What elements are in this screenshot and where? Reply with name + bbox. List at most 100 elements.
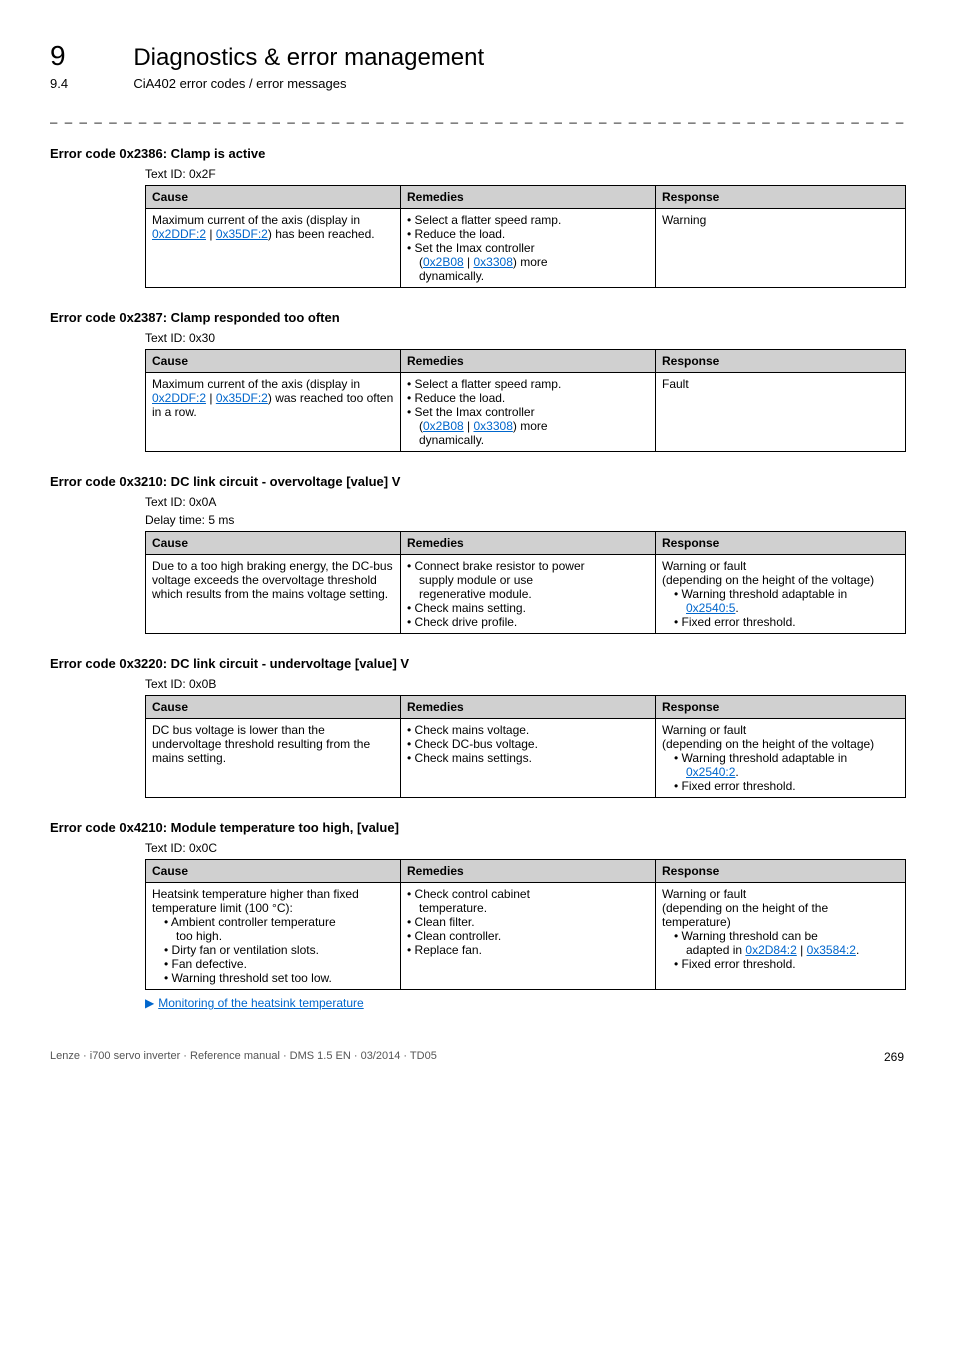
period: . xyxy=(735,765,738,779)
response-line: (depending on the height of the voltage) xyxy=(662,573,899,587)
remedy-line: temperature. xyxy=(419,901,649,915)
link-0x2540-2[interactable]: 0x2540:2 xyxy=(686,765,735,779)
remedy-line: (0x2B08 | 0x3308) more xyxy=(419,419,649,433)
link-0x2D84-2[interactable]: 0x2D84:2 xyxy=(745,943,796,957)
period: . xyxy=(735,601,738,615)
text-id: Text ID: 0x0C xyxy=(145,841,904,855)
divider: _ _ _ _ _ _ _ _ _ _ _ _ _ _ _ _ _ _ _ _ … xyxy=(50,109,904,124)
th-remedies: Remedies xyxy=(401,696,656,719)
cause-cell: DC bus voltage is lower than the undervo… xyxy=(146,719,401,798)
response-line: Warning or fault xyxy=(662,559,899,573)
response-line: • Fixed error threshold. xyxy=(674,779,899,793)
sep: | xyxy=(206,391,216,405)
response-line: Warning or fault xyxy=(662,723,899,737)
footer-text: Lenze · i700 servo inverter · Reference … xyxy=(50,1050,437,1062)
cause-line: • Warning threshold set too low. xyxy=(164,971,394,985)
error-block-0x4210: Error code 0x4210: Module temperature to… xyxy=(50,820,904,1010)
error-block-0x2386: Error code 0x2386: Clamp is active Text … xyxy=(50,146,904,288)
link-0x2DDF-2[interactable]: 0x2DDF:2 xyxy=(152,391,206,405)
remedy-line: • Select a flatter speed ramp. xyxy=(407,377,649,391)
response-cell: Warning or fault (depending on the heigh… xyxy=(656,719,906,798)
delay-time: Delay time: 5 ms xyxy=(145,513,904,527)
page-footer: Lenze · i700 servo inverter · Reference … xyxy=(50,1050,904,1062)
cause-cell: Heatsink temperature higher than fixed t… xyxy=(146,883,401,990)
remedy-line: regenerative module. xyxy=(419,587,649,601)
remedies-cell: • Select a flatter speed ramp. • Reduce … xyxy=(401,373,656,452)
response-cell: Warning or fault (depending on the heigh… xyxy=(656,883,906,990)
response-line: (depending on the height of the temperat… xyxy=(662,901,899,929)
sep: | xyxy=(464,419,474,433)
paren-end: ) more xyxy=(513,419,548,433)
remedy-line: • Check mains voltage. xyxy=(407,723,649,737)
link-0x35DF-2[interactable]: 0x35DF:2 xyxy=(216,391,268,405)
response-line: (depending on the height of the voltage) xyxy=(662,737,899,751)
th-remedies: Remedies xyxy=(401,186,656,209)
response-text: adapted in xyxy=(686,943,745,957)
remedies-cell: • Select a flatter speed ramp. • Reduce … xyxy=(401,209,656,288)
cause-cell: Maximum current of the axis (display in … xyxy=(146,373,401,452)
cause-line: • Fan defective. xyxy=(164,957,394,971)
remedy-line: • Clean controller. xyxy=(407,929,649,943)
th-response: Response xyxy=(656,350,906,373)
remedy-line: • Check DC-bus voltage. xyxy=(407,737,649,751)
th-cause: Cause xyxy=(146,860,401,883)
see-also: ▶ Monitoring of the heatsink temperature xyxy=(145,996,904,1010)
remedy-line: • Reduce the load. xyxy=(407,391,649,405)
th-remedies: Remedies xyxy=(401,860,656,883)
error-title: Error code 0x3220: DC link circuit - und… xyxy=(50,656,904,671)
response-line: • Warning threshold adaptable in xyxy=(674,751,899,765)
cause-line: too high. xyxy=(176,929,394,943)
remedy-line: • Check mains settings. xyxy=(407,751,649,765)
link-heatsink-monitoring[interactable]: Monitoring of the heatsink temperature xyxy=(158,996,363,1010)
error-table: Cause Remedies Response Heatsink tempera… xyxy=(145,859,906,990)
cause-line: Heatsink temperature higher than fixed t… xyxy=(152,887,394,915)
error-title: Error code 0x3210: DC link circuit - ove… xyxy=(50,474,904,489)
sep: | xyxy=(206,227,216,241)
remedy-line: • Check mains setting. xyxy=(407,601,649,615)
link-0x3308[interactable]: 0x3308 xyxy=(474,419,513,433)
chapter-title: Diagnostics & error management xyxy=(133,44,484,71)
response-line: adapted in 0x2D84:2 | 0x3584:2. xyxy=(686,943,899,957)
remedy-line: • Check control cabinet xyxy=(407,887,649,901)
link-0x2B08[interactable]: 0x2B08 xyxy=(423,255,464,269)
table-row: Due to a too high braking energy, the DC… xyxy=(146,555,906,634)
cause-text-end: ) has been reached. xyxy=(268,227,375,241)
arrow-icon: ▶ xyxy=(145,996,154,1010)
response-line: • Fixed error threshold. xyxy=(674,615,899,629)
th-cause: Cause xyxy=(146,350,401,373)
error-title: Error code 0x4210: Module temperature to… xyxy=(50,820,904,835)
th-cause: Cause xyxy=(146,186,401,209)
cause-cell: Due to a too high braking energy, the DC… xyxy=(146,555,401,634)
remedies-cell: • Connect brake resistor to power supply… xyxy=(401,555,656,634)
section-number: 9.4 xyxy=(50,76,130,91)
th-response: Response xyxy=(656,532,906,555)
remedy-line: dynamically. xyxy=(419,269,649,283)
error-block-0x2387: Error code 0x2387: Clamp responded too o… xyxy=(50,310,904,452)
remedy-line: • Replace fan. xyxy=(407,943,649,957)
remedy-line: supply module or use xyxy=(419,573,649,587)
link-0x2B08[interactable]: 0x2B08 xyxy=(423,419,464,433)
link-0x3308[interactable]: 0x3308 xyxy=(474,255,513,269)
remedy-line: • Check drive profile. xyxy=(407,615,649,629)
text-id: Text ID: 0x0A xyxy=(145,495,904,509)
th-response: Response xyxy=(656,696,906,719)
cause-line: • Ambient controller temperature xyxy=(164,915,394,929)
remedies-cell: • Check mains voltage. • Check DC-bus vo… xyxy=(401,719,656,798)
error-table: Cause Remedies Response Maximum current … xyxy=(145,349,906,452)
table-row: Maximum current of the axis (display in … xyxy=(146,209,906,288)
response-cell: Fault xyxy=(656,373,906,452)
th-response: Response xyxy=(656,860,906,883)
response-line: Warning or fault xyxy=(662,887,899,901)
link-0x2540-5[interactable]: 0x2540:5 xyxy=(686,601,735,615)
text-id: Text ID: 0x2F xyxy=(145,167,904,181)
error-title: Error code 0x2387: Clamp responded too o… xyxy=(50,310,904,325)
link-0x3584-2[interactable]: 0x3584:2 xyxy=(807,943,856,957)
cause-text: Maximum current of the axis (display in xyxy=(152,213,360,227)
link-0x2DDF-2[interactable]: 0x2DDF:2 xyxy=(152,227,206,241)
error-block-0x3210: Error code 0x3210: DC link circuit - ove… xyxy=(50,474,904,634)
error-table: Cause Remedies Response DC bus voltage i… xyxy=(145,695,906,798)
link-0x35DF-2[interactable]: 0x35DF:2 xyxy=(216,227,268,241)
section-title: CiA402 error codes / error messages xyxy=(133,76,346,91)
remedy-line: • Reduce the load. xyxy=(407,227,649,241)
th-response: Response xyxy=(656,186,906,209)
